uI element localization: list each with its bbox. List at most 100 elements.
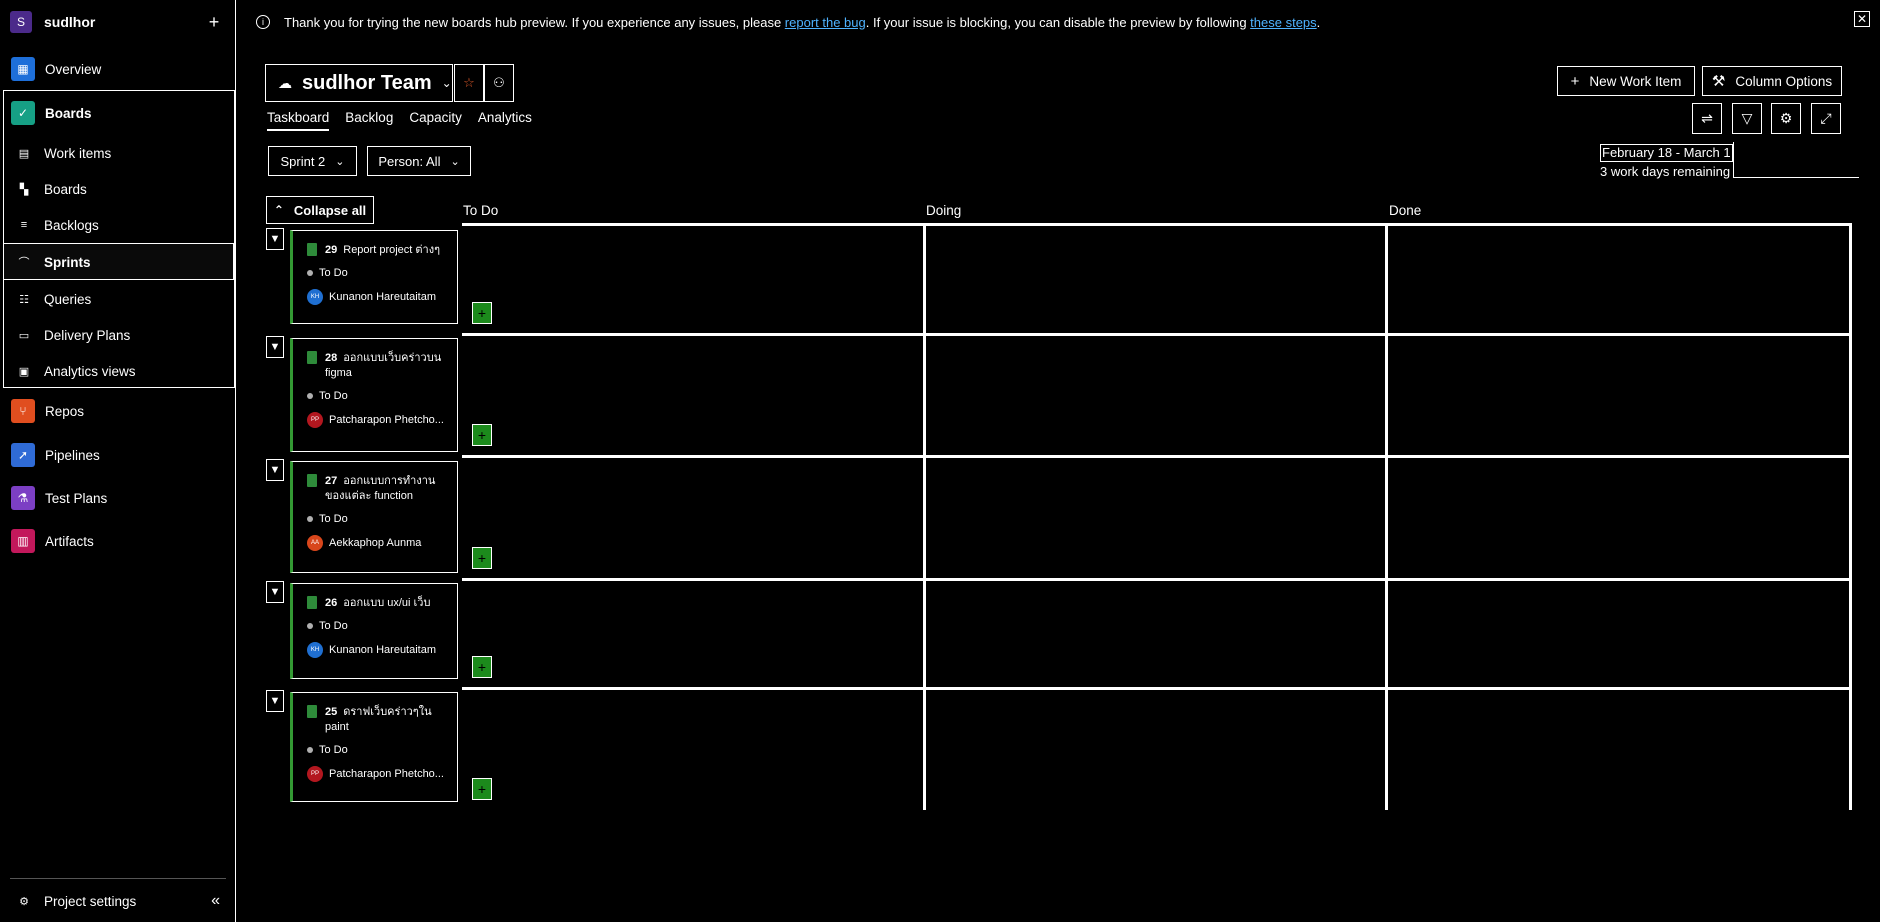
column-header-done: Done — [1389, 203, 1422, 218]
gear-icon: ⚙ — [19, 895, 29, 908]
card-state[interactable]: To Do — [307, 267, 449, 279]
burndown-mini-chart[interactable] — [1733, 142, 1859, 178]
sidebar-item-label: Boards — [45, 105, 92, 121]
sidebar-item-backlogs[interactable]: ≡ Backlogs — [0, 217, 236, 233]
fullscreen-icon[interactable]: ⤢ — [1811, 103, 1841, 134]
overview-icon: ▦ — [11, 57, 35, 81]
settings-gear-icon[interactable]: ⚙ — [1771, 103, 1801, 134]
view-options-icon[interactable]: ⇌ — [1692, 103, 1722, 134]
info-icon: i — [256, 15, 270, 29]
sidebar-divider — [10, 878, 226, 879]
collapse-icon: ⌃ — [273, 203, 284, 217]
state-dot-icon — [307, 393, 313, 399]
card-title: 29 Report project ต่างๆ — [307, 243, 449, 258]
sidebar-item-work-items[interactable]: ▤ Work items — [0, 145, 236, 161]
card-assignee[interactable]: KH Kunanon Hareutaitam — [307, 289, 449, 305]
row-expand-toggle[interactable]: ▼ — [266, 459, 284, 481]
add-task-button[interactable]: + — [472, 302, 492, 324]
chevron-down-icon: ⌄ — [450, 155, 460, 168]
repos-icon: ⑂ — [11, 399, 35, 423]
state-dot-icon — [307, 747, 313, 753]
column-header-doing: Doing — [926, 203, 962, 218]
column-divider — [1849, 223, 1852, 810]
new-work-item-button[interactable]: + New Work Item — [1557, 66, 1695, 96]
sidebar-item-queries[interactable]: ☷ Queries — [0, 291, 236, 307]
tab-capacity[interactable]: Capacity — [409, 110, 462, 131]
card-assignee[interactable]: KH Kunanon Hareutaitam — [307, 642, 449, 658]
sidebar-item-delivery-plans[interactable]: ▭ Delivery Plans — [0, 327, 236, 343]
close-icon[interactable]: ✕ — [1854, 11, 1870, 27]
tab-backlog[interactable]: Backlog — [345, 110, 393, 131]
sidebar-item-analytics-views[interactable]: ▣ Analytics views — [0, 363, 236, 379]
sidebar-item-test-plans[interactable]: ⚗ Test Plans — [0, 486, 236, 510]
row-expand-toggle[interactable]: ▼ — [266, 228, 284, 250]
column-header-todo: To Do — [463, 203, 499, 218]
button-label: New Work Item — [1589, 73, 1682, 89]
work-item-card[interactable]: 28 ออกแบบเว็บคร่าวบน figma To Do PP Patcha… — [290, 338, 458, 452]
sidebar-item-repos[interactable]: ⑂ Repos — [0, 399, 236, 423]
row-expand-toggle[interactable]: ▼ — [266, 690, 284, 712]
sidebar-item-overview[interactable]: ▦ Overview — [0, 57, 236, 81]
card-state[interactable]: To Do — [307, 620, 449, 632]
sprint-date-range[interactable]: February 18 - March 1 — [1600, 144, 1733, 162]
collapse-sidebar-icon[interactable]: « — [211, 892, 220, 910]
avatar: AA — [307, 535, 323, 551]
card-state[interactable]: To Do — [307, 390, 449, 402]
pipelines-icon: ➚ — [11, 443, 35, 467]
sidebar-item-artifacts[interactable]: ▥ Artifacts — [0, 529, 236, 553]
card-title: 25 ดราฟเว็บคร่าวๆใน paint — [307, 705, 449, 735]
work-item-card[interactable]: 26 ออกแบบ ux/ui เว็บ To Do KH Kunanon Hare… — [290, 583, 458, 679]
org-name[interactable]: sudlhor — [44, 14, 204, 30]
button-label: Collapse all — [293, 202, 367, 218]
backlog-item-icon — [307, 596, 317, 609]
card-state[interactable]: To Do — [307, 744, 449, 756]
team-name: sudlhor Team — [302, 71, 432, 94]
team-picker[interactable]: ☁ sudlhor Team ⌄ — [265, 64, 453, 102]
wrench-icon: ⚒ — [1711, 73, 1726, 90]
add-task-button[interactable]: + — [472, 424, 492, 446]
favorite-star-icon[interactable]: ☆ — [454, 64, 484, 102]
view-tabs: Taskboard Backlog Capacity Analytics — [267, 110, 548, 131]
column-options-button[interactable]: ⚒ Column Options — [1702, 66, 1842, 96]
work-item-card[interactable]: 25 ดราฟเว็บคร่าวๆใน paint To Do PP Patchar… — [290, 692, 458, 802]
board-grid-icon: ▚ — [19, 183, 29, 196]
add-task-button[interactable]: + — [472, 547, 492, 569]
card-assignee[interactable]: AA Aekkaphop Aunma — [307, 535, 449, 551]
row-expand-toggle[interactable]: ▼ — [266, 336, 284, 358]
chevron-down-icon: ⌄ — [335, 155, 345, 168]
sidebar-item-project-settings[interactable]: ⚙ Project settings « — [0, 892, 236, 910]
state-dot-icon — [307, 516, 313, 522]
sidebar-item-label: Sprints — [44, 254, 91, 270]
person-label: Person: All — [378, 153, 441, 169]
sprint-picker[interactable]: Sprint 2 ⌄ — [268, 146, 357, 176]
work-days-remaining: 3 work days remaining — [1600, 164, 1731, 179]
card-assignee[interactable]: PP Patcharapon Phetcho... — [307, 412, 449, 428]
work-item-card[interactable]: 29 Report project ต่างๆ To Do KH Kunanon H… — [290, 230, 458, 324]
sidebar-item-label: Boards — [44, 181, 87, 197]
tab-analytics[interactable]: Analytics — [478, 110, 532, 131]
card-title: 27 ออกแบบการทำงานของแต่ละ function — [307, 474, 449, 504]
add-task-button[interactable]: + — [472, 656, 492, 678]
collapse-all-button[interactable]: ⌃ Collapse all — [266, 196, 374, 224]
add-task-button[interactable]: + — [472, 778, 492, 800]
these-steps-link[interactable]: these steps — [1250, 15, 1317, 30]
person-filter[interactable]: Person: All ⌄ — [367, 146, 471, 176]
sidebar-item-boards[interactable]: ✓ Boards — [0, 100, 236, 126]
sidebar-item-pipelines[interactable]: ➚ Pipelines — [0, 443, 236, 467]
tab-taskboard[interactable]: Taskboard — [267, 110, 330, 131]
card-assignee[interactable]: PP Patcharapon Phetcho... — [307, 766, 449, 782]
card-state[interactable]: To Do — [307, 513, 449, 525]
add-icon[interactable]: + — [204, 12, 224, 33]
org-header[interactable]: S sudlhor + — [10, 10, 224, 34]
team-members-icon[interactable]: ⚇ — [484, 64, 514, 102]
row-expand-toggle[interactable]: ▼ — [266, 581, 284, 603]
artifacts-icon: ▥ — [11, 529, 35, 553]
delivery-plans-icon: ▭ — [18, 329, 30, 342]
sidebar-item-label: Backlogs — [44, 217, 99, 233]
filter-icon[interactable]: ▽ — [1732, 103, 1762, 134]
sidebar-item-boards-sub[interactable]: ▚ Boards — [0, 181, 236, 197]
report-bug-link[interactable]: report the bug — [785, 15, 866, 30]
work-item-card[interactable]: 27 ออกแบบการทำงานของแต่ละ function To Do … — [290, 461, 458, 573]
card-title: 28 ออกแบบเว็บคร่าวบน figma — [307, 351, 449, 381]
sidebar-item-sprints[interactable]: ⌒ Sprints — [0, 254, 236, 270]
